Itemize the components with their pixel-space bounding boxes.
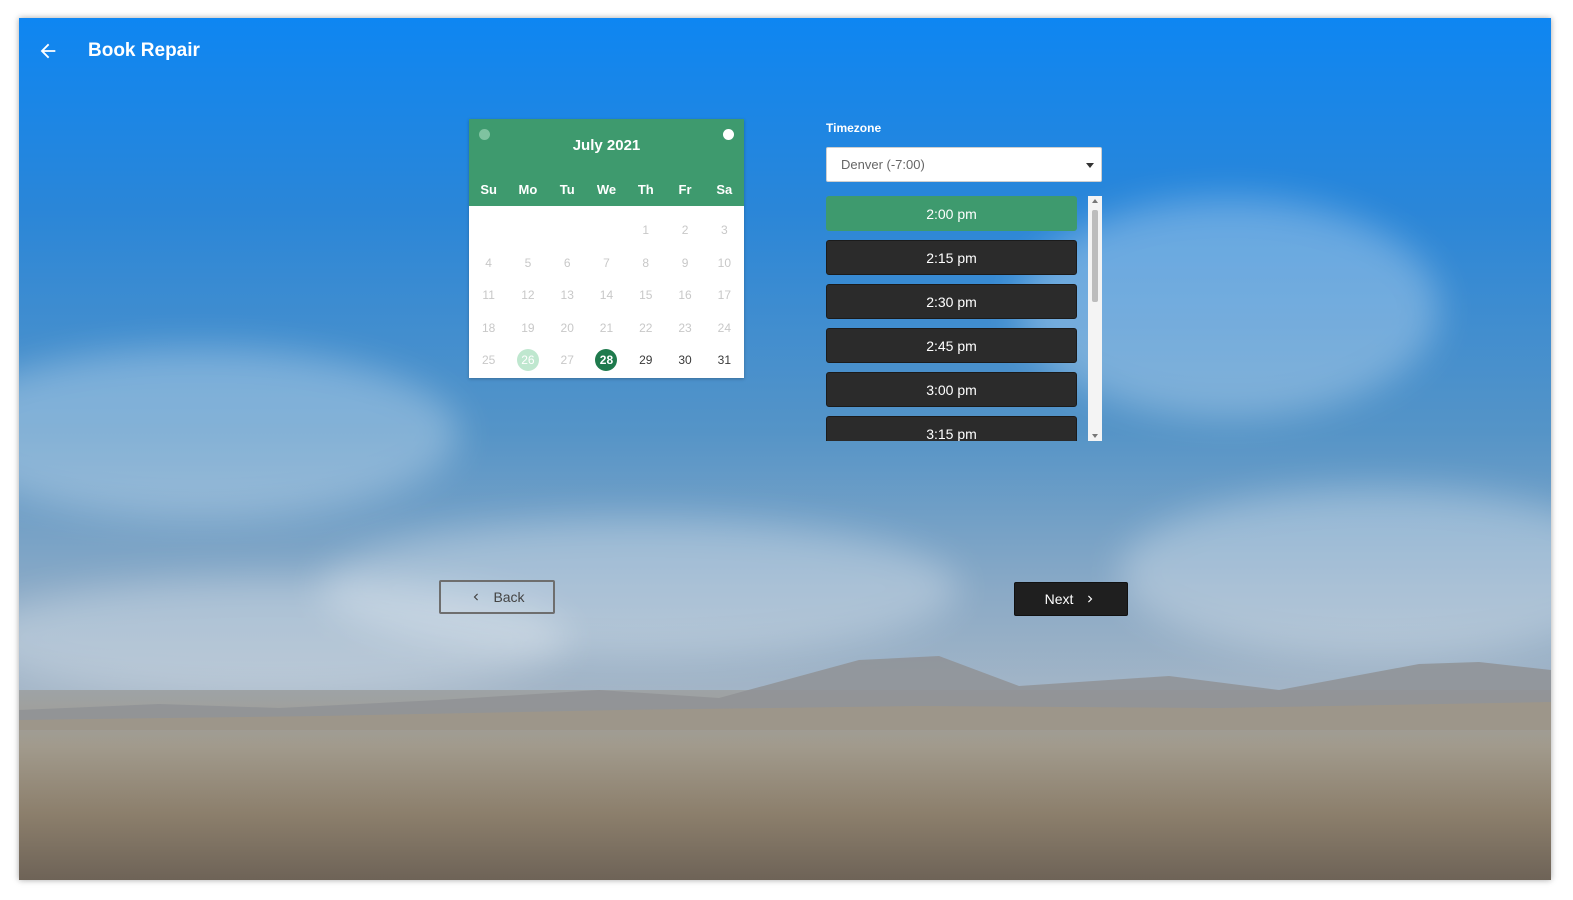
calendar-day: 2 [681,223,689,238]
calendar-day: 26 [516,349,539,372]
weekday-label: Tu [559,182,575,197]
calendar-day: 18 [481,320,496,335]
time-slot-scrollbar[interactable] [1088,196,1102,441]
calendar-day: 22 [639,320,653,335]
chevron-left-icon [474,593,479,601]
calendar-day: 9 [681,255,689,270]
weekday-label: We [596,182,617,197]
calendar-day: 27 [560,353,574,368]
calendar-week-row: 1 2 3 [469,214,744,247]
time-slot[interactable]: 3:00 pm [826,372,1077,407]
calendar-day: 25 [481,353,496,368]
calendar-day[interactable]: 30 [674,349,696,371]
calendar-day: 15 [639,288,653,303]
next-month-icon[interactable] [723,129,734,140]
calendar-day[interactable]: 31 [713,349,735,371]
back-button[interactable]: Back [439,580,555,614]
chevron-right-icon [1088,595,1093,603]
scroll-thumb[interactable] [1092,210,1098,302]
calendar-day: 16 [678,288,692,303]
calendar-day: 21 [599,320,614,335]
weekday-label: Su [480,182,497,197]
time-slot[interactable]: 2:30 pm [826,284,1077,319]
time-slot-selected[interactable]: 2:00 pm [826,196,1077,231]
calendar-week-row: 11 12 13 14 15 16 17 [469,279,744,312]
page-title: Book Repair [88,40,200,61]
next-button-label: Next [1044,591,1074,607]
calendar-day: 20 [560,320,574,335]
scroll-down-icon[interactable] [1092,434,1098,438]
calendar-day: 12 [521,288,535,303]
timezone-select[interactable]: Denver (-7:00) [826,147,1102,182]
date-picker: July 2021 Su Mo Tu We Th Fr Sa 1 2 3 4 5 6 7 8 9 10 11 12… [469,119,744,378]
timezone-label: Timezone [826,121,882,135]
weekday-header: Su Mo Tu We Th Fr Sa [469,182,744,197]
timezone-value: Denver (-7:00) [841,157,925,172]
time-slot-list: 2:00 pm 2:15 pm 2:30 pm 2:45 pm 3:00 pm 3:15 … [826,196,1102,441]
weekday-label: Fr [678,182,692,197]
calendar-day: 19 [521,320,535,335]
calendar-day: 17 [717,288,731,303]
time-slot[interactable]: 2:45 pm [826,328,1077,363]
calendar-day: 6 [563,255,571,270]
calendar-day-selected[interactable]: 28 [595,349,618,372]
calendar-month-label: July 2021 [572,137,641,154]
calendar-day: 23 [678,320,692,335]
back-button-label: Back [493,589,525,605]
calendar-day: 5 [524,255,532,270]
time-slot[interactable]: 2:15 pm [826,240,1077,275]
calendar-day: 14 [599,288,614,303]
booking-screen: Book Repair July 2021 Su Mo Tu We Th Fr Sa 123… [19,18,1551,880]
calendar-day: 4 [485,255,492,270]
calendar-day: 8 [642,255,650,270]
calendar-header: July 2021 Su Mo Tu We Th Fr Sa [469,119,744,206]
calendar-day: 7 [603,255,610,270]
weekday-label: Th [637,182,654,197]
weekday-label: Sa [716,182,733,197]
calendar-week-row: 4 5 6 7 8 9 10 [469,247,744,280]
calendar-week-row: 18 19 20 21 22 23 24 [469,312,744,345]
next-button[interactable]: Next [1014,582,1128,616]
calendar-day: 13 [560,288,574,303]
calendar-grid: 1 2 3 4 5 6 7 8 9 10 11 12 13 14 15 16 17 18 19 20 21 22 23 24 2… [469,214,744,377]
calendar-day: 3 [720,223,728,238]
calendar-day[interactable]: 29 [635,349,657,371]
calendar-day: 24 [717,320,731,335]
landscape-background [19,656,1551,880]
chevron-down-icon [1086,163,1094,168]
calendar-day: 11 [482,288,495,303]
calendar-day: 1 [642,223,650,238]
calendar-week-row: 25 26 27 28 29 30 31 [469,344,744,377]
scroll-up-icon[interactable] [1092,199,1098,203]
time-slot[interactable]: 3:15 pm [826,416,1077,441]
back-arrow-icon[interactable] [37,40,59,62]
weekday-label: Mo [518,182,538,197]
calendar-day: 10 [717,255,731,270]
